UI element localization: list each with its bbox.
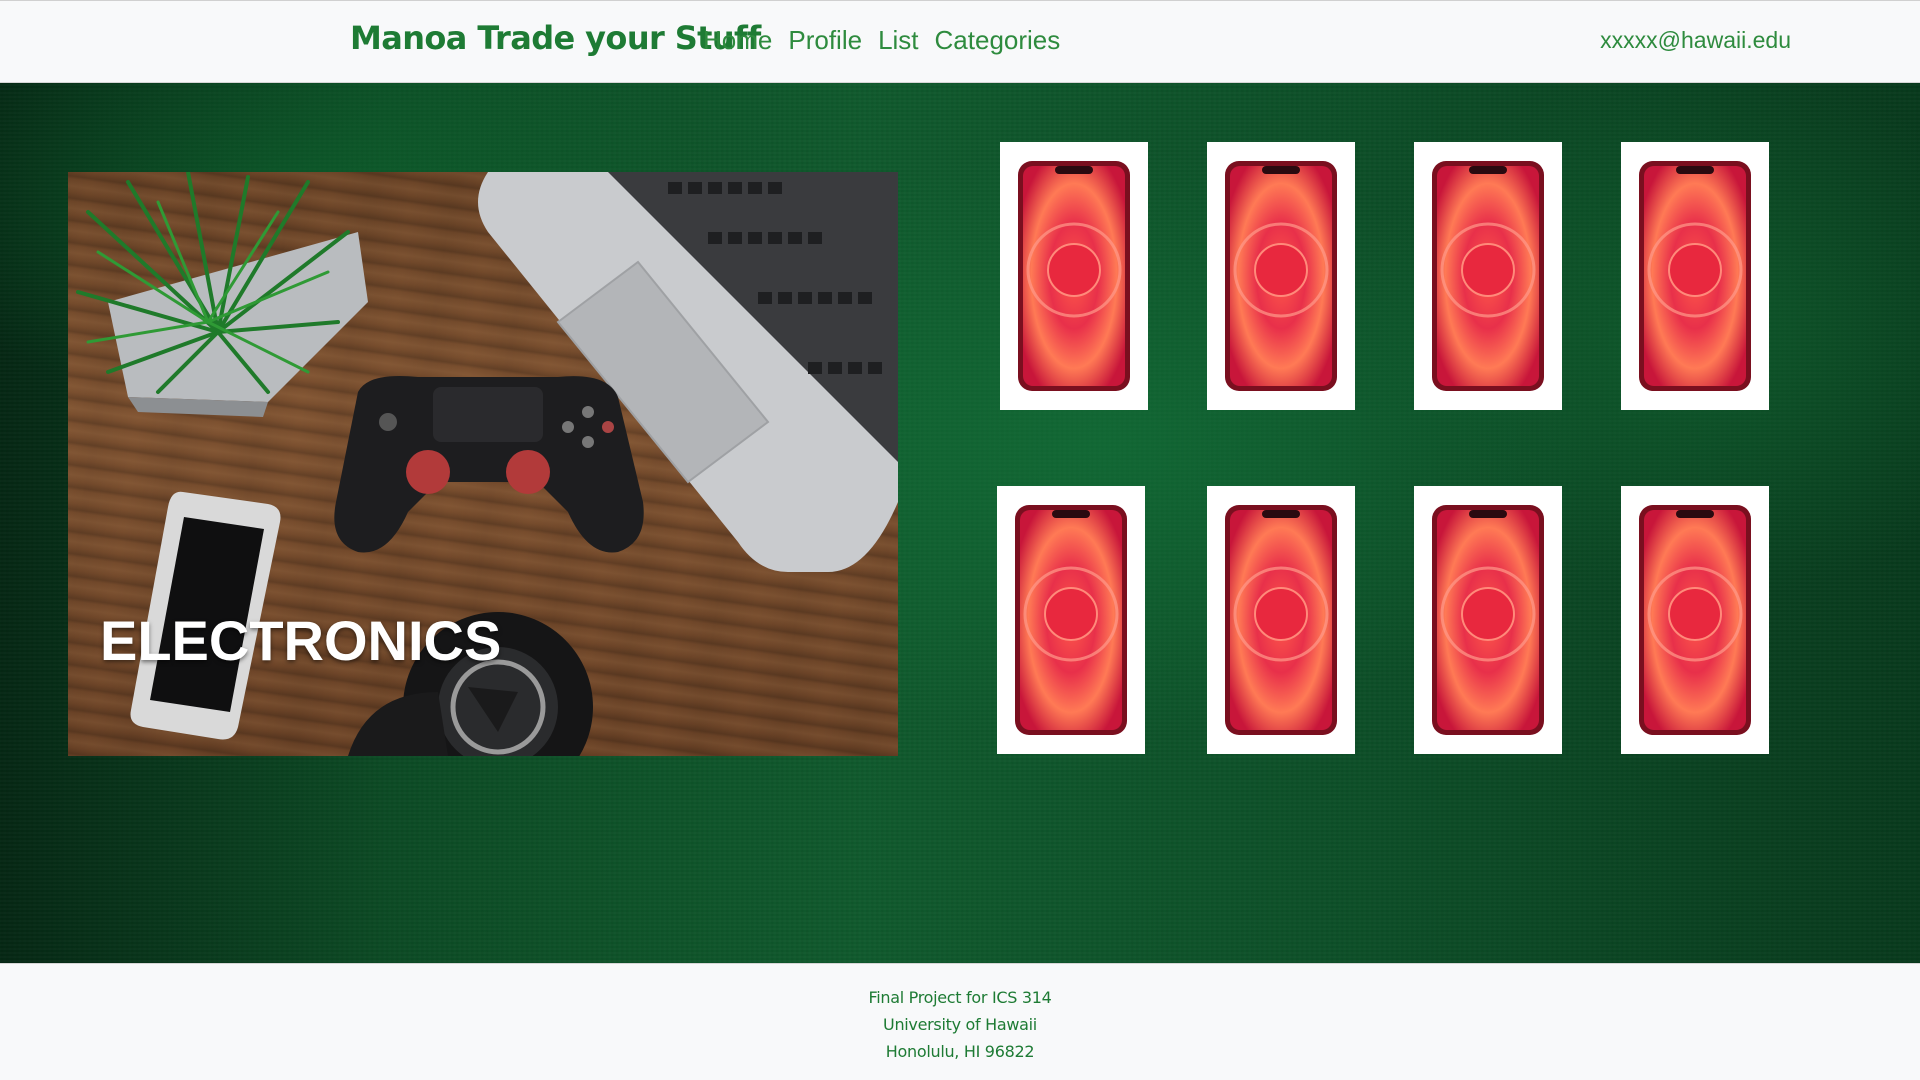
smartphone-icon [1639,505,1751,735]
smartphone-icon [1225,505,1337,735]
plant-illustration [76,172,368,417]
product-card[interactable] [1621,486,1769,754]
smartphone-icon [1225,161,1337,391]
user-email-dropdown[interactable]: xxxxx@hawaii.edu [1600,27,1791,54]
nav-link-list[interactable]: List [878,25,918,56]
footer: Final Project for ICS 314 University of … [0,963,1920,1080]
nav-links: Home Profile List Categories [703,25,1060,56]
nav-link-profile[interactable]: Profile [788,25,862,56]
brand-link[interactable]: Manoa Trade your Stuff [350,19,761,57]
nav-link-home[interactable]: Home [703,25,772,56]
laptop-illustration [478,172,898,572]
footer-line-project: Final Project for ICS 314 [868,988,1052,1007]
main-content: ELECTRONICS [0,83,1920,963]
product-card[interactable] [997,486,1145,754]
product-card[interactable] [1207,486,1355,754]
smartphone-icon [1015,505,1127,735]
product-card[interactable] [1207,142,1355,410]
category-title: ELECTRONICS [100,609,502,672]
category-card-electronics[interactable]: ELECTRONICS [68,172,898,756]
product-card[interactable] [1000,142,1148,410]
top-navbar: Manoa Trade your Stuff Home Profile List… [0,0,1920,83]
nav-link-categories[interactable]: Categories [935,25,1061,56]
smartphone-icon [1018,161,1130,391]
smartphone-icon [1639,161,1751,391]
product-card[interactable] [1414,142,1562,410]
footer-line-university: University of Hawaii [883,1015,1037,1034]
smartphone-icon [1432,161,1544,391]
product-card[interactable] [1621,142,1769,410]
footer-line-address: Honolulu, HI 96822 [885,1042,1035,1061]
game-controller-illustration [334,376,644,553]
smartphone-icon [1432,505,1544,735]
product-card[interactable] [1414,486,1562,754]
